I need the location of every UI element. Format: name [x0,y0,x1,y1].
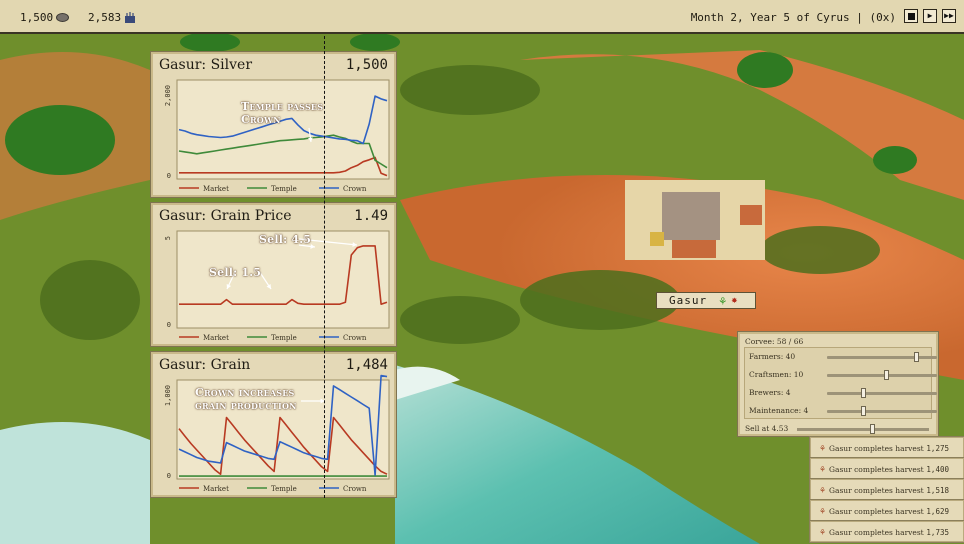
time-marker-line [324,36,325,498]
annotation-line: Crown [241,113,281,126]
silver-resource: 1,500 [20,11,70,24]
annotation-line: Temple passes [241,100,324,113]
brewers-slider[interactable] [827,388,937,398]
annotation-line: grain production [195,399,297,412]
panel-title: Gasur: Grain Price [159,208,292,224]
notification-value: 1,518 [926,486,949,495]
y-tick-min: 0 [167,472,171,480]
farmers-label: Farmers: 40 [749,352,796,361]
legend-label: Temple [271,185,297,193]
corvee-count: Corvee: 58 / 66 [745,337,804,346]
slider-handle[interactable] [870,424,876,434]
legend-label: Temple [271,485,297,493]
grain-sack-icon [125,12,136,23]
plot-area [176,79,390,180]
grain-price-chart-panel: 5 0 Market Temple Crown Gasur: Grain Price 1… [150,202,397,347]
grain-amount: 2,583 [88,11,122,24]
notification-list: ⚘ Gasur completes harvest 1,275 ⚘ Gasur comp… [809,436,964,543]
legend-label: Temple [271,334,297,342]
slider-handle[interactable] [861,388,867,398]
brewers-row: Brewers: 4 [749,387,937,399]
labor-sliders: Farmers: 40 Craftsmen: 10 Brewers: 4 Mai… [744,347,937,419]
legend-label: Market [203,485,229,493]
slider-handle[interactable] [914,352,920,362]
city-label-gasur[interactable]: Gasur ⚘ ✸ [656,292,756,309]
harvest-icon: ⚘ [819,444,827,453]
notification-item[interactable]: ⚘ Gasur completes harvest 1,275 [809,436,964,459]
city-name: Gasur [669,294,708,307]
annotation-line: Crown increases [195,386,295,399]
labor-allocation-panel: Corvee: 58 / 66 Farmers: 40 Craftsmen: 1… [737,331,939,437]
chart-annotation: Temple passes Crown [241,100,323,126]
notification-text: Gasur completes harvest [829,528,924,537]
maintenance-slider[interactable] [827,406,937,416]
sell-price-slider[interactable] [797,424,929,434]
sell-price-label: Sell at 4.53 [745,424,789,433]
y-tick-max: 5 [164,236,172,240]
maintenance-label: Maintenance: 4 [749,406,809,415]
notification-item[interactable]: ⚘ Gasur completes harvest 1,735 [809,520,964,543]
harvest-icon: ⚘ [819,507,827,516]
grain-price-chart: 5 0 Market Temple Crown [164,230,390,342]
brewers-label: Brewers: 4 [749,388,791,397]
notification-item[interactable]: ⚘ Gasur completes harvest 1,400 [809,457,964,480]
warning-icon: ✸ [731,295,738,306]
legend-label: Crown [343,485,367,493]
play-button[interactable]: ▶ [923,9,937,23]
chart-annotation: Sell: 1.5 [209,266,262,279]
notification-value: 1,400 [926,465,949,474]
harvest-icon: ⚘ [819,486,827,495]
silver-coin-icon [56,13,70,22]
legend-label: Market [203,334,229,342]
craftsmen-label: Craftsmen: 10 [749,370,804,379]
panel-value: 1.49 [354,208,388,224]
stop-button[interactable] [904,9,918,23]
notification-value: 1,735 [926,528,949,537]
game-date: Month 2, Year 5 of Cyrus | (0x) [690,11,896,24]
silver-amount: 1,500 [20,11,54,24]
grain-chart: 1,000 0 Market Temple Crown [164,374,390,493]
panel-value: 1,500 [345,57,388,73]
grain-leaf-icon: ⚘ [719,293,727,308]
panel-value: 1,484 [345,357,388,373]
y-tick-max: 1,000 [164,385,172,406]
craftsmen-slider[interactable] [827,370,937,380]
panel-title: Gasur: Silver [159,57,253,73]
craftsmen-row: Craftsmen: 10 [749,369,937,381]
harvest-icon: ⚘ [819,465,827,474]
notification-text: Gasur completes harvest [829,444,924,453]
slider-handle[interactable] [861,406,867,416]
notification-text: Gasur completes harvest [829,507,924,516]
grain-resource: 2,583 [88,11,136,24]
notification-text: Gasur completes harvest [829,486,924,495]
maintenance-row: Maintenance: 4 [749,405,937,417]
silver-chart: 2,000 0 Market Temple Crown [164,79,390,193]
fast-forward-button[interactable]: ▶▶ [942,9,956,23]
farmers-slider[interactable] [827,352,937,362]
legend-label: Crown [343,185,367,193]
notification-item[interactable]: ⚘ Gasur completes harvest 1,518 [809,478,964,501]
panel-title: Gasur: Grain [159,357,251,373]
legend-label: Market [203,185,229,193]
stop-icon [907,13,915,20]
notification-text: Gasur completes harvest [829,465,924,474]
harvest-icon: ⚘ [819,528,827,537]
y-tick-min: 0 [167,172,171,180]
legend-label: Crown [343,334,367,342]
y-tick-min: 0 [167,321,171,329]
y-tick-max: 2,000 [164,85,172,106]
top-bar: 1,500 2,583 Month 2, Year 5 of Cyrus | (… [0,0,964,34]
notification-value: 1,275 [926,444,949,453]
notification-value: 1,629 [926,507,949,516]
slider-handle[interactable] [884,370,890,380]
farmers-row: Farmers: 40 [749,351,937,363]
chart-annotation: Crown increases grain production [195,386,297,412]
grain-chart-panel: 1,000 0 Market Temple Crown Gasur: Grain 1,4… [150,351,397,498]
silver-chart-panel: 2,000 0 Market Temple Crown Gasur: Silver 1,… [150,51,397,198]
notification-item[interactable]: ⚘ Gasur completes harvest 1,629 [809,499,964,522]
chart-annotation: Sell: 4.5 [259,233,312,246]
